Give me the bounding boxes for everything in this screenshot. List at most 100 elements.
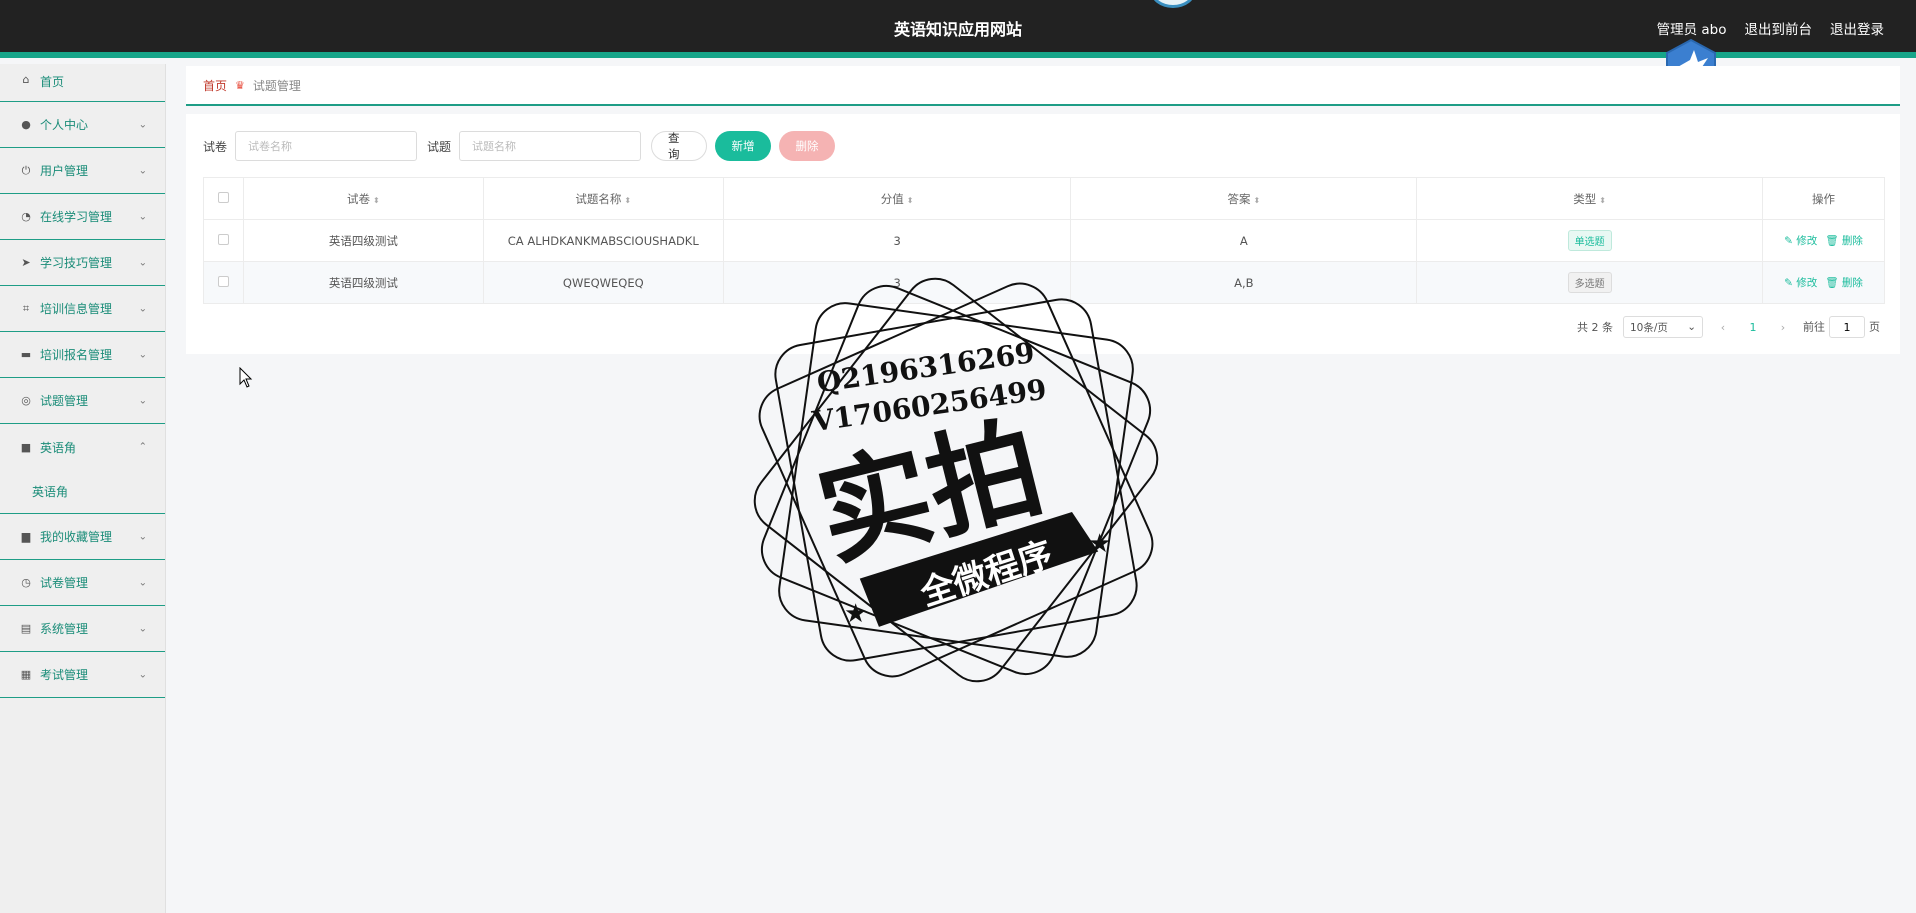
sidebar-item-label: 用户管理 (40, 164, 89, 178)
cell-name: CA ALHDKANKMABSCIOUSHADKL (482, 219, 724, 262)
sidebar-item-home[interactable]: ⌂ 首页 (0, 64, 165, 102)
sort-icon[interactable]: ⬍ (373, 196, 380, 205)
pagination: 共 2 条 10条/页⌄ ‹ 1 › 前往页 (1577, 316, 1880, 338)
sidebar-item-study-tips[interactable]: ➤ 学习技巧管理 ⌄ (0, 240, 165, 286)
column-header-score[interactable]: 分值 ⬍ (722, 177, 1072, 220)
sidebar-item-system[interactable]: ▤ 系统管理 ⌄ (0, 606, 165, 652)
sidebar-item-online-learning[interactable]: ◔ 在线学习管理 ⌄ (0, 194, 165, 240)
clock-icon: ◷ (21, 576, 31, 589)
sidebar: ⌂ 首页 ● 个人中心 ⌄ ⏻ 用户管理 ⌄ ◔ 在线学习管理 ⌄ ➤ 学习技巧… (0, 64, 166, 913)
box-icon: ▆ (21, 530, 31, 543)
sidebar-item-label: 个人中心 (40, 118, 89, 132)
trash-icon: 🗑 (1825, 277, 1839, 289)
goto-page-input[interactable] (1829, 316, 1865, 338)
add-button[interactable]: 新增 (715, 131, 772, 161)
chevron-down-icon: ⌄ (138, 531, 147, 542)
breadcrumb-current: 试题管理 (252, 78, 301, 93)
total-count: 共 2 条 (1577, 321, 1613, 334)
cell-score: 3 (722, 219, 1072, 262)
question-filter-label: 试题 (427, 139, 452, 154)
prev-page-button[interactable]: ‹ (1713, 321, 1733, 334)
chevron-down-icon: ⌄ (138, 257, 147, 268)
mouse-cursor-icon (239, 367, 253, 388)
column-header-type[interactable]: 类型 ⬍ (1416, 177, 1764, 220)
cell-paper: 英语四级测试 (242, 261, 484, 304)
star-icon: ★ (1088, 529, 1111, 559)
sidebar-item-training-info[interactable]: ⌗ 培训信息管理 ⌄ (0, 286, 165, 332)
top-header: 英语知识应用网站 管理员 abo 退出到前台 退出登录 (0, 0, 1916, 58)
page-size-select[interactable]: 10条/页 ⌄ (1623, 316, 1703, 338)
logout-link[interactable]: 退出登录 (1830, 18, 1884, 38)
chevron-down-icon: ⌄ (138, 623, 147, 634)
edit-button[interactable]: ✎ 修改 (1784, 277, 1817, 289)
home-icon: ⌂ (22, 73, 30, 86)
avatar (1150, 0, 1196, 8)
sidebar-item-label: 系统管理 (40, 622, 89, 636)
table-row: 英语四级测试 CA ALHDKANKMABSCIOUSHADKL 3 A 单选题… (203, 219, 1885, 262)
chevron-down-icon: ⌄ (138, 395, 147, 406)
cell-paper: 英语四级测试 (242, 219, 484, 262)
breadcrumb-home-link[interactable]: 首页 (203, 77, 227, 94)
type-badge: 多选题 (1567, 272, 1612, 293)
sidebar-item-profile[interactable]: ● 个人中心 ⌄ (0, 102, 165, 148)
delete-button[interactable]: 🗑 删除 (1825, 277, 1863, 289)
sidebar-item-label: 我的收藏管理 (40, 530, 113, 544)
briefcase-icon: ■ (20, 440, 32, 454)
header-links: 管理员 abo 退出到前台 退出登录 (1657, 18, 1884, 38)
sidebar-item-exams[interactable]: ▦ 考试管理 ⌄ (0, 652, 165, 698)
row-checkbox[interactable] (217, 275, 229, 287)
current-user-label: 管理员 abo (1656, 22, 1727, 38)
sort-icon[interactable]: ⬍ (1599, 196, 1606, 205)
table-header-row: 试卷 ⬍ 试题名称 ⬍ 分值 ⬍ 答案 ⬍ 类型 ⬍ 操作 (203, 177, 1885, 220)
chevron-down-icon: ⌄ (138, 211, 147, 222)
sort-icon[interactable]: ⬍ (1254, 196, 1261, 205)
sidebar-item-label: 在线学习管理 (40, 210, 113, 224)
filter-bar: 试卷 试题 查询 新增 删除 (203, 131, 843, 161)
sidebar-item-papers[interactable]: ◷ 试卷管理 ⌄ (0, 560, 165, 606)
back-to-front-link[interactable]: 退出到前台 (1745, 18, 1813, 38)
chevron-up-icon: ⌃ (138, 441, 147, 453)
paper-name-input[interactable] (235, 131, 418, 161)
chevron-down-icon: ⌄ (138, 577, 147, 588)
site-title: 英语知识应用网站 (893, 20, 1022, 39)
document-icon: ▤ (20, 622, 32, 635)
column-header-answer[interactable]: 答案 ⬍ (1070, 177, 1418, 220)
sidebar-item-label: 英语角 (40, 440, 77, 455)
select-all-checkbox[interactable] (217, 191, 229, 203)
edit-button[interactable]: ✎ 修改 (1784, 235, 1817, 247)
query-button[interactable]: 查询 (651, 131, 708, 161)
crown-icon: ♛ (235, 78, 245, 92)
sidebar-item-label: 培训报名管理 (40, 348, 113, 362)
sidebar-item-questions[interactable]: ◎ 试题管理 ⌄ (0, 378, 165, 424)
sidebar-item-label: 试题管理 (40, 394, 89, 408)
sidebar-item-training-signup[interactable]: ▬ 培训报名管理 ⌄ (0, 332, 165, 378)
chevron-down-icon: ⌄ (1687, 321, 1696, 333)
page-number[interactable]: 1 (1743, 321, 1763, 334)
sort-icon[interactable]: ⬍ (624, 196, 631, 205)
chat-icon: ▬ (20, 348, 32, 361)
batch-delete-button[interactable]: 删除 (779, 131, 836, 161)
column-header-name[interactable]: 试题名称 ⬍ (482, 177, 724, 220)
next-page-button[interactable]: › (1773, 321, 1793, 334)
question-name-input[interactable] (459, 131, 642, 161)
submenu-item-english-corner[interactable]: 英语角 (0, 470, 165, 514)
column-header-actions: 操作 (1762, 177, 1885, 220)
column-header-paper[interactable]: 试卷 ⬍ (242, 177, 484, 220)
watermark-main: 实拍 (806, 402, 1055, 582)
chevron-down-icon: ⌄ (138, 303, 147, 314)
sidebar-item-label: 首页 (40, 75, 65, 89)
crop-icon: ⌗ (22, 301, 30, 315)
select-all-cell[interactable] (203, 177, 244, 220)
edit-icon: ✎ (1784, 235, 1793, 247)
row-checkbox[interactable] (217, 233, 229, 245)
sidebar-item-users[interactable]: ⏻ 用户管理 ⌄ (0, 148, 165, 194)
main-panel: 试卷 试题 查询 新增 删除 试卷⬍ 试题名称⬍ 分值⬍ 答案⬍ 类型⬍ 操作 (186, 114, 1900, 354)
delete-button[interactable]: 🗑 删除 (1825, 235, 1863, 247)
chevron-down-icon: ⌄ (138, 669, 147, 680)
watermark-banner: 全微程序 (915, 534, 1058, 614)
globe-icon: ◎ (21, 394, 31, 407)
sort-icon[interactable]: ⬍ (907, 196, 914, 205)
sidebar-item-english-corner[interactable]: ■ 英语角 ⌃ (0, 424, 165, 470)
sidebar-item-favorites[interactable]: ▆ 我的收藏管理 ⌄ (0, 514, 165, 560)
sidebar-item-label: 培训信息管理 (40, 302, 113, 316)
